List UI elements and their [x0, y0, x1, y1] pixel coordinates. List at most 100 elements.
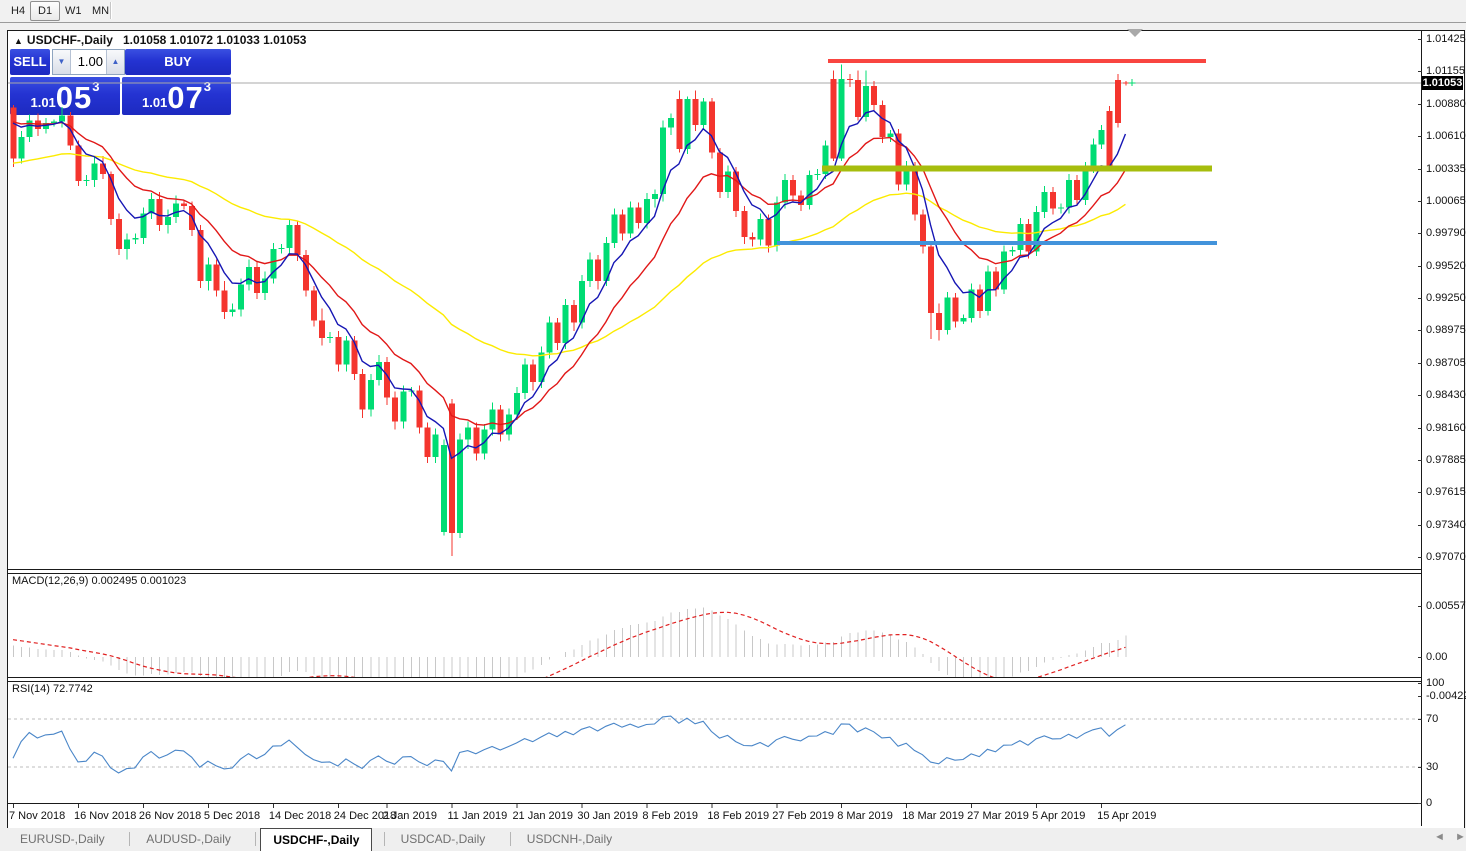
tab-eurusddaily[interactable]: EURUSD-,Daily	[8, 828, 117, 850]
candle-bear	[595, 260, 601, 281]
hline-resistance-red[interactable]	[828, 59, 1206, 63]
tabs-scroll-left-icon[interactable]: ◄	[1434, 831, 1445, 843]
date-axis-label: 8 Mar 2019	[837, 810, 893, 822]
date-axis-label: 21 Jan 2019	[512, 810, 573, 822]
candle-bull	[1090, 144, 1096, 168]
candle-bull	[628, 207, 634, 233]
candle-bear	[790, 180, 796, 195]
tab-usdcaddaily[interactable]: USDCAD-,Daily	[389, 828, 498, 850]
hline-support-blue[interactable]	[777, 241, 1217, 245]
price-axis[interactable]: 1.01053 1.014251.011551.008801.006101.00…	[1421, 31, 1463, 826]
candle-bull	[563, 305, 569, 343]
candle-bear	[693, 99, 699, 125]
candle-bull	[514, 393, 520, 414]
candle-bull	[1009, 250, 1015, 251]
candle-bear	[766, 219, 772, 245]
candle-bear	[392, 398, 398, 422]
price-pane-canvas[interactable]	[8, 31, 1421, 569]
candle-bear	[417, 390, 423, 427]
price-axis-tick	[1418, 557, 1422, 558]
candle-bear	[11, 107, 17, 158]
timeframe-button-d1[interactable]: D1	[30, 1, 60, 21]
price-axis-tick	[1418, 428, 1422, 429]
date-axis-label: 7 Nov 2018	[9, 810, 65, 822]
price-axis-label: 0.99250	[1426, 292, 1466, 304]
candle-bull	[814, 174, 820, 175]
timeframe-button-mn[interactable]: MN	[84, 1, 117, 21]
candle-bear	[1074, 180, 1080, 200]
candle-bull	[84, 180, 90, 181]
candle-bear	[1123, 83, 1129, 84]
chart-tabbar: ◄ ► EURUSD-,Daily AUDUSD-,Daily USDCHF-,Da…	[0, 828, 1466, 851]
rsi-axis-tick	[1418, 683, 1422, 684]
candle-bear	[498, 410, 504, 435]
candle-bull	[287, 225, 293, 248]
candle-bear	[449, 404, 455, 534]
rsi-axis-tick	[1418, 803, 1422, 804]
candle-bear	[749, 237, 755, 239]
price-axis-tick	[1418, 233, 1422, 234]
macd-pane-canvas[interactable]	[8, 573, 1421, 677]
candle-bear	[473, 427, 479, 453]
candle-bear	[311, 291, 317, 321]
candle-bear	[717, 153, 723, 192]
date-axis-label: 14 Dec 2018	[269, 810, 331, 822]
price-axis-tick	[1418, 169, 1422, 170]
candle-bear	[335, 337, 341, 364]
candle-bull	[278, 248, 284, 249]
rsi-axis-tick	[1418, 767, 1422, 768]
date-axis-label: 18 Feb 2019	[707, 810, 769, 822]
tab-divider	[129, 832, 130, 846]
tab-audusddaily[interactable]: AUDUSD-,Daily	[134, 828, 243, 850]
candle-bull	[433, 435, 439, 458]
price-axis-tick	[1418, 525, 1422, 526]
candle-bear	[928, 247, 934, 314]
date-axis-label: 26 Nov 2018	[139, 810, 201, 822]
rsi-pane-canvas[interactable]	[8, 682, 1421, 803]
hline-support-olive[interactable]	[822, 166, 1212, 172]
tab-usdchfdaily[interactable]: USDCHF-,Daily	[260, 828, 372, 851]
price-axis-label: 0.97340	[1426, 519, 1466, 531]
candle-bull	[149, 199, 155, 213]
tabs-scroll-right-icon[interactable]: ►	[1455, 831, 1466, 843]
price-axis-label: 0.98975	[1426, 324, 1466, 336]
candle-bear	[181, 204, 187, 206]
candle-bear	[352, 341, 358, 374]
candle-bear	[1026, 224, 1032, 251]
price-axis-label: 1.00335	[1426, 163, 1466, 175]
candle-bull	[343, 341, 349, 365]
current-price-tag: 1.01053	[1422, 76, 1463, 90]
tab-divider	[255, 832, 256, 846]
candle-bull	[400, 392, 406, 422]
pane-separator[interactable]	[8, 677, 1421, 678]
pane-separator[interactable]	[8, 569, 1421, 570]
candle-bull	[546, 323, 552, 353]
candle-bull	[782, 180, 788, 203]
candle-bear	[295, 225, 301, 255]
candle-bear	[571, 305, 577, 323]
candle-bear	[1115, 80, 1121, 123]
candle-bear	[116, 219, 122, 249]
candle-bull	[1066, 180, 1072, 207]
candle-bull	[758, 219, 764, 239]
macd-axis-tick	[1418, 657, 1422, 658]
tab-usdcnhdaily[interactable]: USDCNH-,Daily	[515, 828, 624, 850]
price-axis-label: 1.00065	[1426, 195, 1466, 207]
candle-bull	[490, 410, 496, 430]
moving-average-line	[13, 111, 1125, 459]
timeframe-button-h4[interactable]: H4	[3, 1, 33, 21]
price-axis-tick	[1418, 201, 1422, 202]
candle-bull	[774, 203, 780, 246]
candle-bull	[887, 134, 893, 138]
price-axis-label: 0.97070	[1426, 551, 1466, 563]
price-axis-tick	[1418, 39, 1422, 40]
moving-average-line	[13, 154, 1125, 356]
date-axis-label: 30 Jan 2019	[577, 810, 638, 822]
candle-bear	[75, 145, 81, 181]
candle-bear	[555, 323, 561, 343]
price-axis-label: 0.98705	[1426, 357, 1466, 369]
macd-axis-label: 0.005571	[1426, 600, 1466, 612]
price-axis-label: 1.00610	[1426, 130, 1466, 142]
price-axis-tick	[1418, 395, 1422, 396]
candle-bull	[19, 137, 25, 158]
